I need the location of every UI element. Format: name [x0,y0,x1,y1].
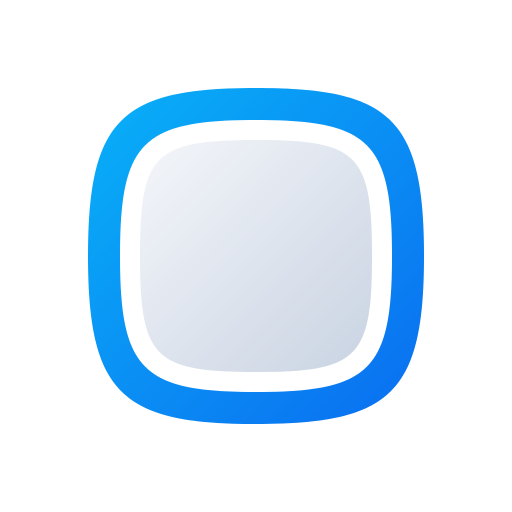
inner-tile [140,140,372,372]
icon-canvas [0,0,512,512]
rounded-square-frame-icon [88,88,424,424]
